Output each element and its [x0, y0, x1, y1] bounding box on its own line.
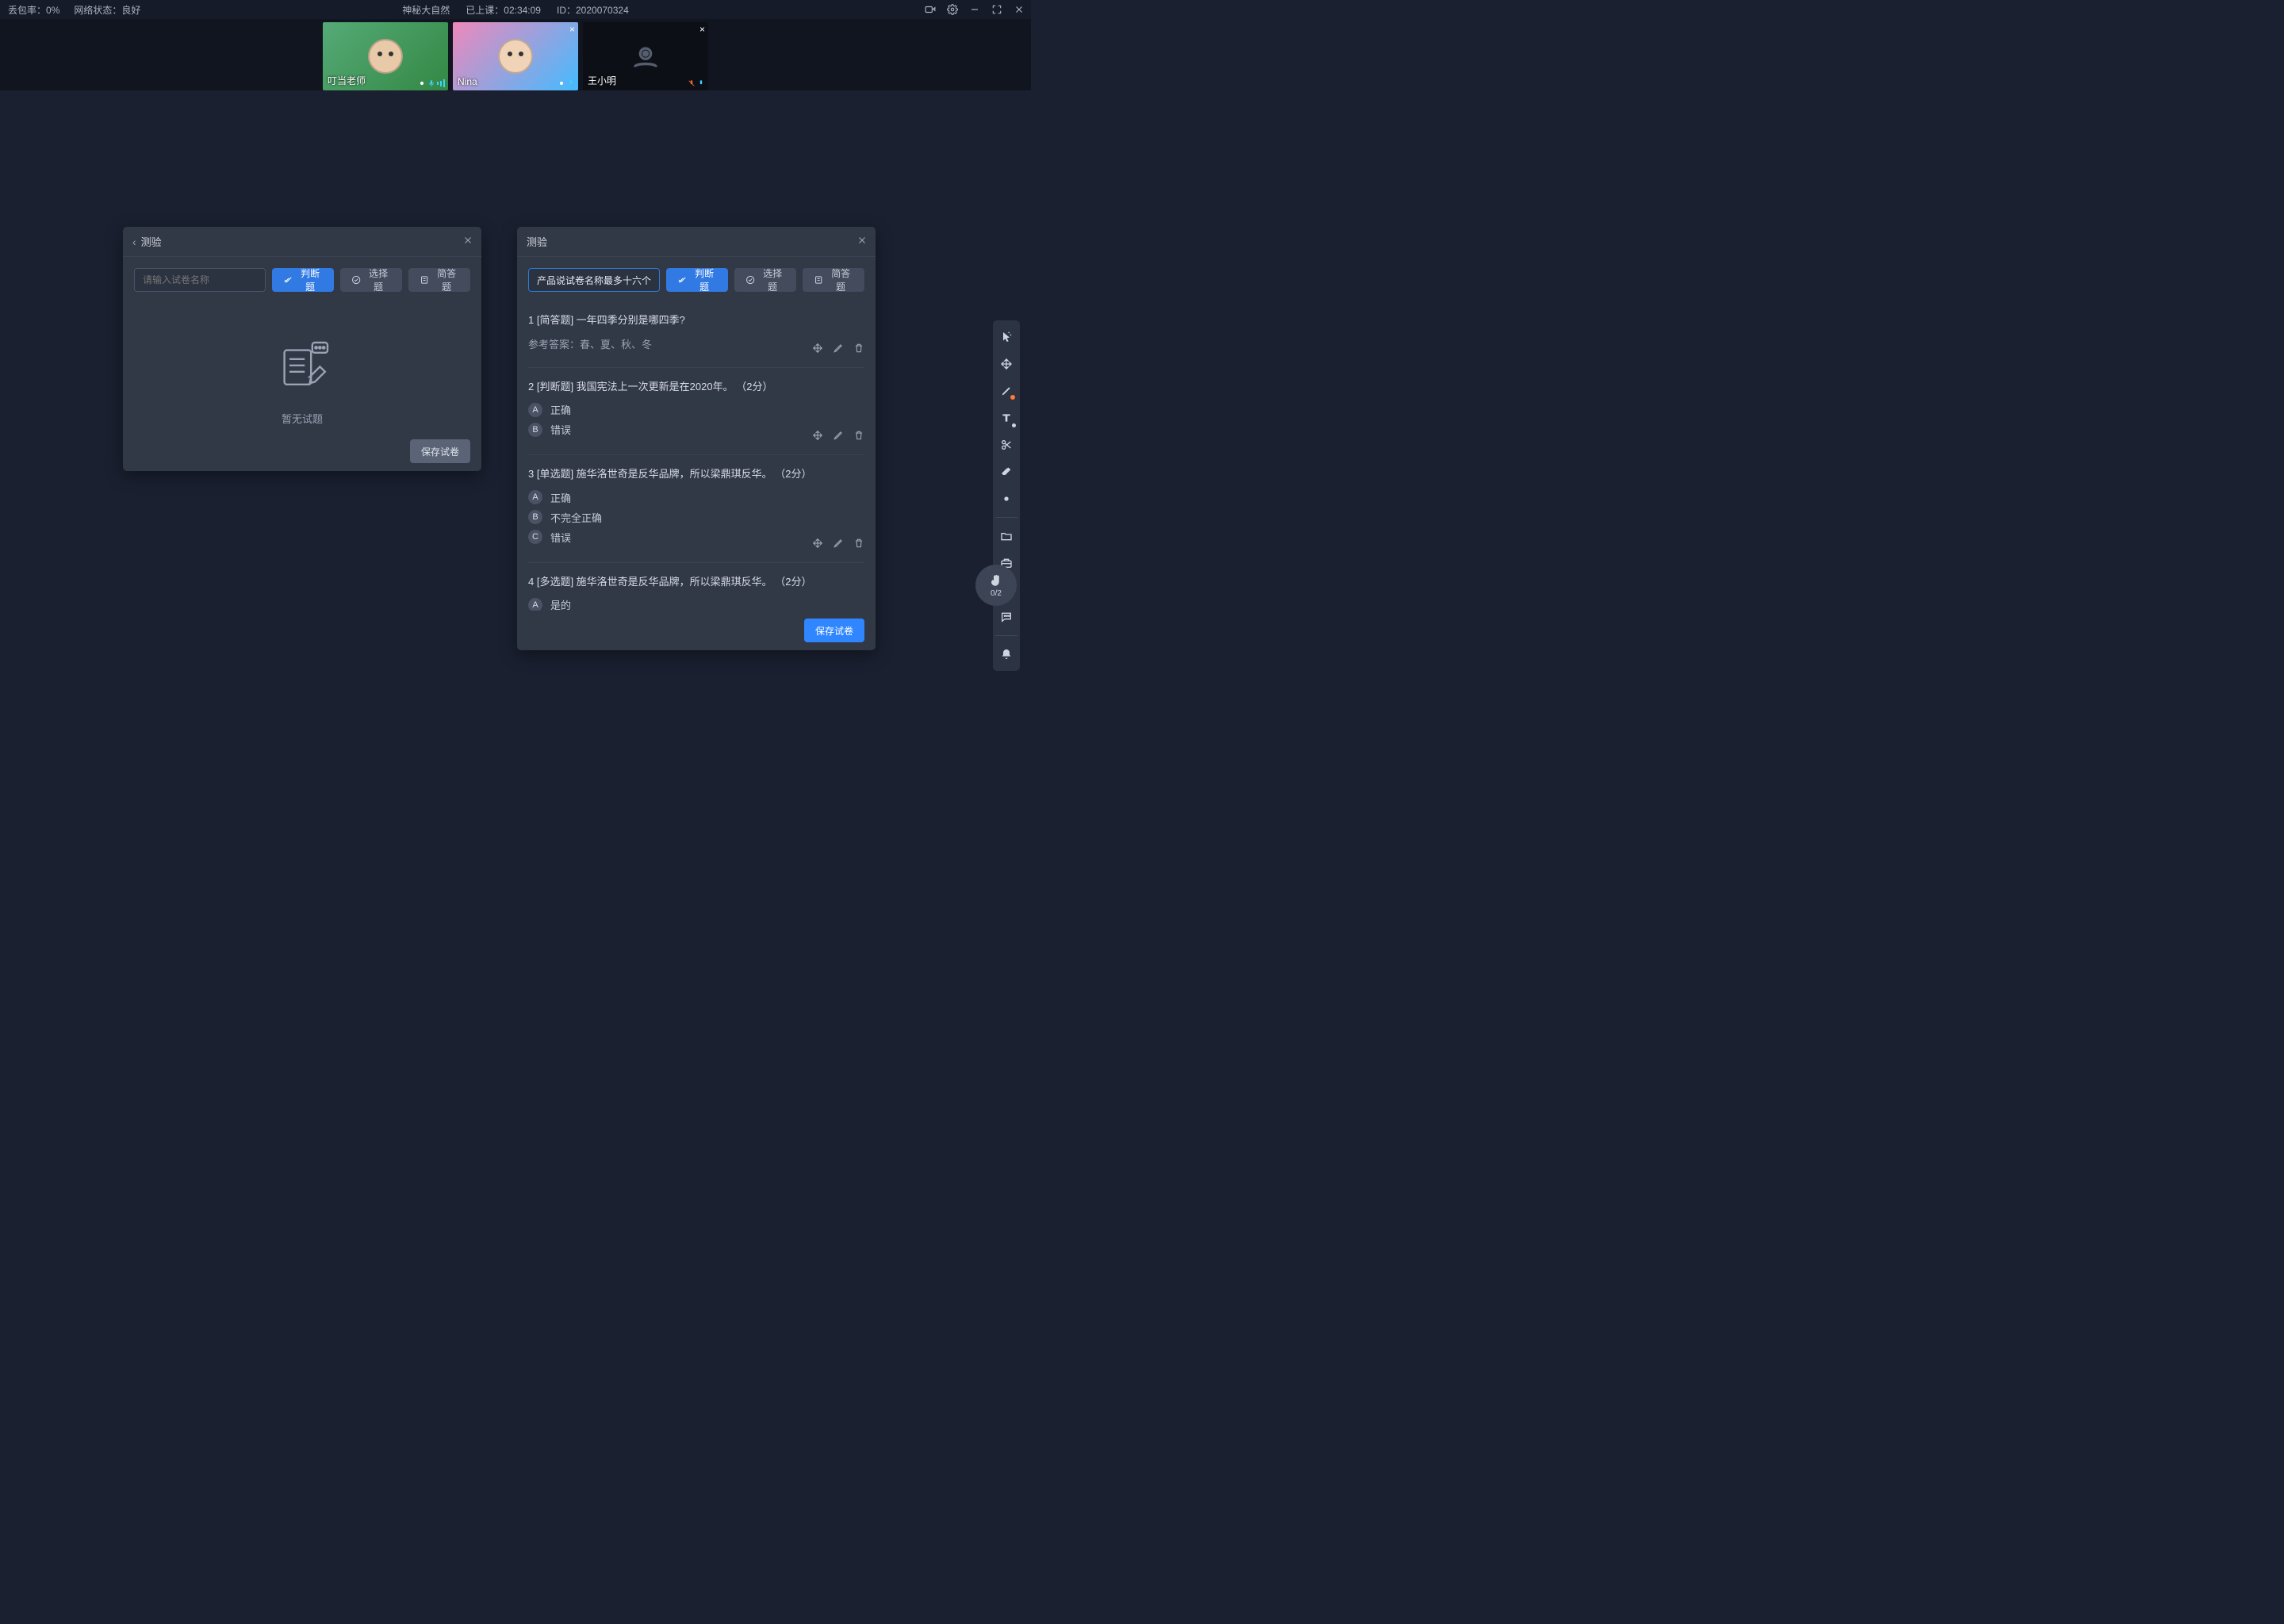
add-judge-button[interactable]: 判断题: [666, 268, 728, 292]
option-row[interactable]: A 正确: [528, 402, 864, 417]
raise-hand-button[interactable]: 0/2: [975, 565, 1017, 606]
add-choice-button[interactable]: 选择题: [734, 268, 796, 292]
network-status: 网络状态：良好: [74, 3, 140, 17]
scissors-tool-icon[interactable]: [994, 433, 1018, 457]
close-tile-icon[interactable]: ×: [569, 24, 575, 35]
add-judge-button[interactable]: 判断题: [272, 268, 334, 292]
video-tile-0[interactable]: 叮当老师: [323, 22, 448, 90]
add-choice-button[interactable]: 选择题: [340, 268, 402, 292]
empty-state: 暂无试题: [134, 301, 470, 431]
question-title: 1 [简答题] 一年四季分别是哪四季?: [528, 312, 864, 328]
option-text: 错误: [550, 530, 571, 545]
close-panel-icon[interactable]: [856, 235, 868, 248]
files-icon[interactable]: [994, 524, 1018, 548]
empty-text: 暂无试题: [282, 411, 323, 426]
question-title: 2 [判断题] 我国宪法上一次更新是在2020年。 （2分）: [528, 379, 864, 395]
save-quiz-button[interactable]: 保存试卷: [410, 439, 470, 463]
participant-name: Nina: [458, 76, 477, 87]
option-key: A: [528, 403, 542, 417]
close-window-icon[interactable]: [1014, 4, 1025, 15]
edit-question-icon[interactable]: [833, 343, 844, 356]
move-question-icon[interactable]: [812, 430, 823, 443]
move-question-icon[interactable]: [812, 343, 823, 356]
question-title: 4 [多选题] 施华洛世奇是反华品牌，所以梁鼎琪反华。 （2分）: [528, 574, 864, 590]
mic-indicator-icon: [558, 79, 575, 87]
question-title: 3 [单选题] 施华洛世奇是反华品牌，所以梁鼎琪反华。 （2分）: [528, 466, 864, 482]
question-item: 4 [多选题] 施华洛世奇是反华品牌，所以梁鼎琪反华。 （2分）A是的B不完全正…: [528, 563, 864, 611]
side-toolbar: [993, 320, 1020, 671]
text-tool-icon[interactable]: [994, 406, 1018, 430]
fullscreen-icon[interactable]: [991, 4, 1002, 15]
session-id: ID：2020070324: [557, 3, 629, 17]
panel-title: 测验: [527, 234, 547, 249]
minimize-icon[interactable]: [969, 4, 980, 15]
elapsed-time: 已上课：02:34:09: [466, 3, 541, 17]
course-name: 神秘大自然: [402, 3, 450, 17]
packet-loss: 丢包率：0%: [8, 3, 59, 17]
video-tile-1[interactable]: × Nina: [453, 22, 578, 90]
option-text: 正确: [550, 490, 571, 505]
option-row[interactable]: A 正确: [528, 490, 864, 505]
move-question-icon[interactable]: [812, 538, 823, 551]
quiz-panel-empty: ‹ 测验 判断题 选择题 简答题: [123, 227, 481, 471]
question-item: 1 [简答题] 一年四季分别是哪四季?参考答案：春、夏、秋、冬: [528, 301, 864, 368]
settings-icon[interactable]: [947, 4, 958, 15]
edit-question-icon[interactable]: [833, 538, 844, 551]
quiz-name-input[interactable]: [134, 268, 266, 292]
video-tile-2[interactable]: × 王小明: [583, 22, 708, 90]
quiz-panel-filled: 测验 判断题 选择题 简答题 1 [简答: [517, 227, 876, 650]
add-short-button[interactable]: 简答题: [408, 268, 470, 292]
hand-count: 0/2: [991, 589, 1002, 598]
eraser-tool-icon[interactable]: [994, 460, 1018, 484]
edit-question-icon[interactable]: [833, 430, 844, 443]
laser-tool-icon[interactable]: [994, 487, 1018, 511]
question-item: 3 [单选题] 施华洛世奇是反华品牌，所以梁鼎琪反华。 （2分） A 正确 B 不完全正…: [528, 455, 864, 563]
move-tool-icon[interactable]: [994, 352, 1018, 376]
add-short-button[interactable]: 简答题: [803, 268, 864, 292]
option-key: A: [528, 598, 542, 611]
delete-question-icon[interactable]: [853, 343, 864, 356]
participant-name: 王小明: [588, 74, 616, 87]
option-key: C: [528, 530, 542, 544]
panel-title: 测验: [141, 234, 162, 249]
save-quiz-button[interactable]: 保存试卷: [804, 619, 864, 642]
cursor-tool-icon[interactable]: [994, 325, 1018, 349]
mic-muted-icon: [688, 79, 705, 87]
close-tile-icon[interactable]: ×: [699, 24, 705, 35]
back-icon[interactable]: ‹: [132, 236, 136, 248]
delete-question-icon[interactable]: [853, 430, 864, 443]
top-bar: 丢包率：0% 网络状态：良好 神秘大自然 已上课：02:34:09 ID：202…: [0, 0, 1031, 19]
close-panel-icon[interactable]: [462, 235, 473, 248]
option-text: 正确: [550, 402, 571, 417]
option-row[interactable]: A 是的: [528, 597, 864, 611]
mic-indicator-icon: [418, 79, 445, 87]
quiz-name-input[interactable]: [528, 268, 660, 292]
pen-tool-icon[interactable]: [994, 379, 1018, 403]
camera-toggle-icon[interactable]: [925, 4, 936, 15]
option-key: A: [528, 490, 542, 504]
option-text: 不完全正确: [550, 510, 602, 525]
question-item: 2 [判断题] 我国宪法上一次更新是在2020年。 （2分） A 正确 B 错误: [528, 368, 864, 456]
chat-icon[interactable]: [994, 605, 1018, 629]
bell-icon[interactable]: [994, 642, 1018, 666]
video-strip: 叮当老师 × Nina × 王小明: [0, 19, 1031, 90]
delete-question-icon[interactable]: [853, 538, 864, 551]
main-area: ‹ 测验 判断题 选择题 简答题: [0, 90, 1031, 733]
option-text: 错误: [550, 422, 571, 437]
option-key: B: [528, 510, 542, 524]
option-key: B: [528, 423, 542, 437]
option-text: 是的: [550, 597, 571, 611]
participant-name: 叮当老师: [328, 74, 366, 87]
option-row[interactable]: B 不完全正确: [528, 510, 864, 525]
